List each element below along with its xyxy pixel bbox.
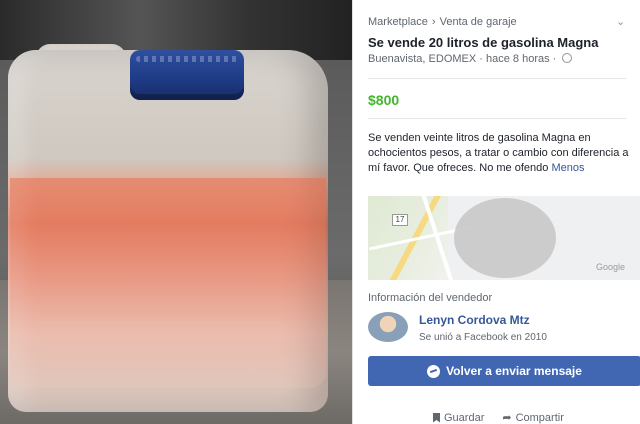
location-map[interactable]: 17 Google xyxy=(368,196,640,280)
breadcrumb-category[interactable]: Venta de garaje xyxy=(440,16,517,28)
listing-title: Se vende 20 litros de gasolina Magna xyxy=(368,35,599,50)
listing-description: Se venden veinte litros de gasolina Magn… xyxy=(368,131,630,176)
listing-time: hace 8 horas xyxy=(486,53,550,65)
chevron-down-icon[interactable]: ⌄ xyxy=(616,15,625,28)
road-shield: 17 xyxy=(392,214,408,226)
send-message-button[interactable]: Volver a enviar mensaje xyxy=(368,356,640,386)
map-area-circle xyxy=(454,198,556,278)
share-icon: ➦ xyxy=(502,412,512,424)
map-brand: Google xyxy=(596,262,626,272)
less-link[interactable]: Menos xyxy=(551,162,584,174)
breadcrumb: Marketplace › Venta de garaje ⌄ xyxy=(368,16,625,28)
listing-info-panel: Marketplace › Venta de garaje ⌄ Se vende 2… xyxy=(352,0,640,424)
avatar[interactable] xyxy=(368,312,408,342)
fuel-liquid xyxy=(10,178,326,388)
send-message-label: Volver a enviar mensaje xyxy=(446,364,582,378)
messenger-icon xyxy=(427,364,441,378)
listing-photo[interactable] xyxy=(0,0,352,424)
save-label: Guardar xyxy=(444,411,485,424)
bookmark-icon xyxy=(433,412,440,423)
breadcrumb-separator: › xyxy=(431,16,436,28)
divider xyxy=(368,78,626,79)
listing-meta: Buenavista, EDOMEX · hace 8 horas · xyxy=(368,53,573,65)
save-button[interactable]: Guardar xyxy=(433,411,484,424)
divider xyxy=(368,118,626,119)
share-label: Compartir xyxy=(515,411,564,424)
listing-price: $800 xyxy=(368,92,400,108)
globe-icon xyxy=(562,53,573,63)
share-button[interactable]: ➦ Compartir xyxy=(502,411,564,424)
seller-name[interactable]: Lenyn Cordova Mtz xyxy=(419,313,530,327)
seller-section-title: Información del vendedor xyxy=(368,292,493,304)
seller-joined: Se unió a Facebook en 2010 xyxy=(419,332,547,343)
breadcrumb-marketplace[interactable]: Marketplace xyxy=(368,16,428,28)
listing-actions: Guardar ➦ Compartir xyxy=(433,411,564,424)
jug-cap xyxy=(130,50,244,100)
description-text: Se venden veinte litros de gasolina Magn… xyxy=(368,132,629,174)
listing-location[interactable]: Buenavista, EDOMEX xyxy=(368,53,476,65)
